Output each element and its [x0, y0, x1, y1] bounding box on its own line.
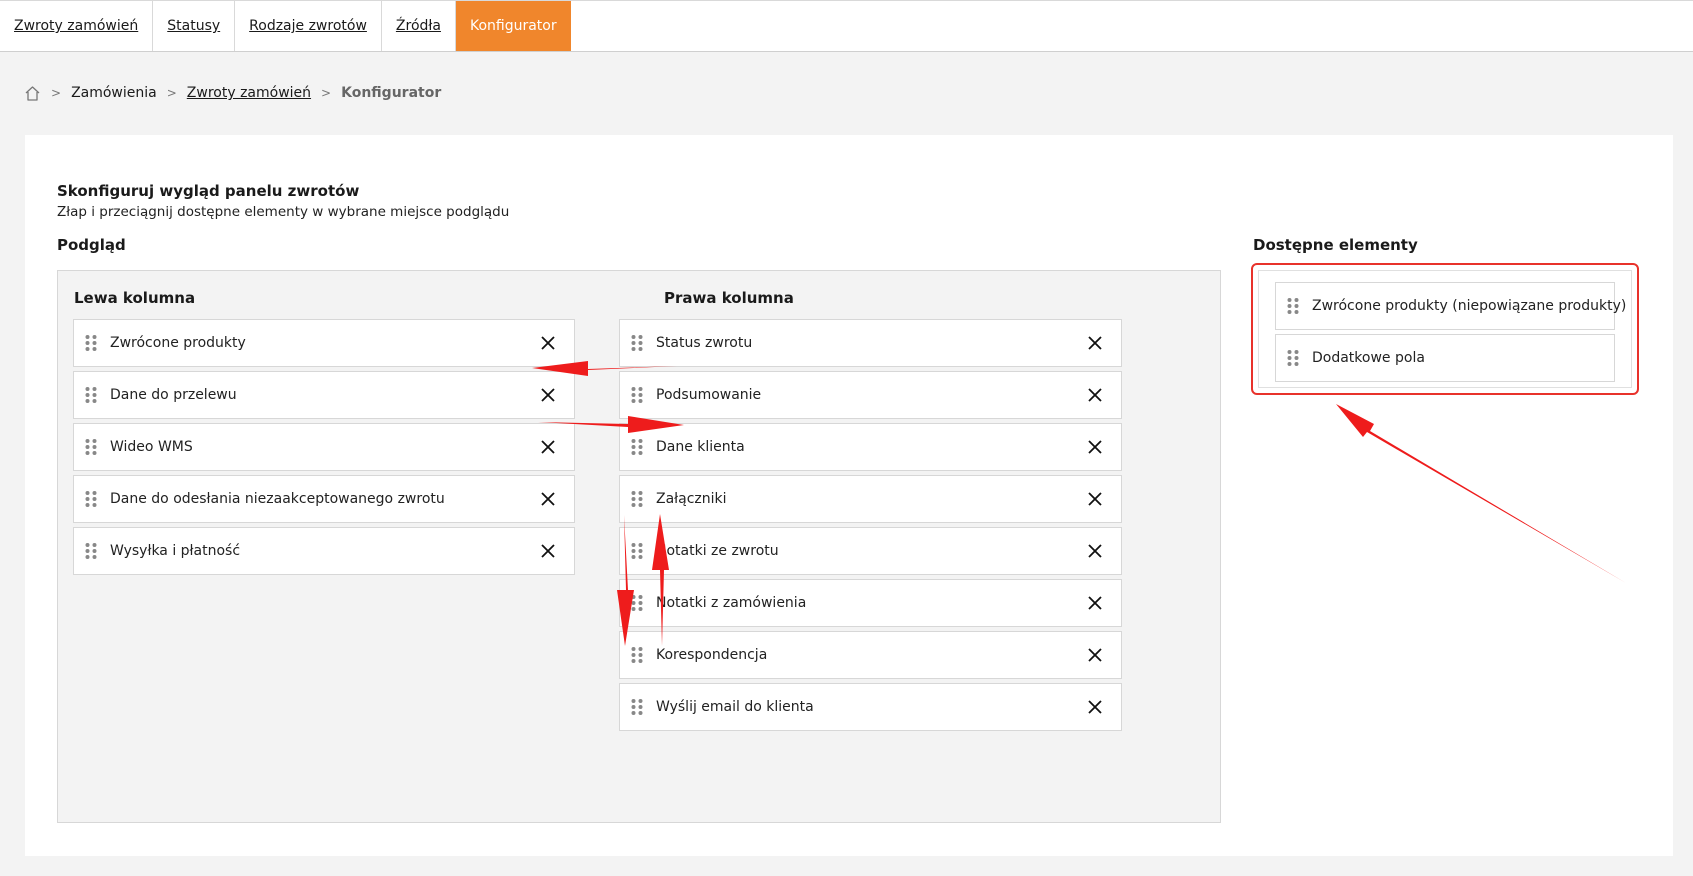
layout-item[interactable]: Status zwrotu: [619, 319, 1122, 367]
drag-handle-icon[interactable]: [630, 542, 644, 560]
drag-handle-icon[interactable]: [630, 698, 644, 716]
drag-handle-icon[interactable]: [84, 386, 98, 404]
remove-icon[interactable]: [1085, 593, 1105, 613]
layout-item[interactable]: Podsumowanie: [619, 371, 1122, 419]
drag-handle-icon[interactable]: [84, 490, 98, 508]
available-item[interactable]: Zwrócone produkty (niepowiązane produkty…: [1275, 282, 1626, 330]
preview-area: Lewa kolumna Prawa kolumna Zwrócone prod…: [57, 270, 1221, 823]
breadcrumb-current: Konfigurator: [341, 85, 442, 101]
item-label: Dodatkowe pola: [1312, 350, 1425, 366]
drag-handle-icon[interactable]: [84, 542, 98, 560]
drag-handle-icon[interactable]: [630, 386, 644, 404]
tab-zwroty-zamowien[interactable]: Zwroty zamówień: [0, 1, 154, 51]
layout-item[interactable]: Załączniki: [619, 475, 1122, 523]
drag-handle-icon[interactable]: [84, 438, 98, 456]
item-label: Korespondencja: [656, 647, 768, 663]
drag-handle-icon[interactable]: [1286, 297, 1300, 315]
remove-icon[interactable]: [538, 541, 558, 561]
item-label: Zwrócone produkty (niepowiązane produkty…: [1312, 298, 1627, 314]
page-title: Skonfiguruj wygląd panelu zwrotów: [57, 182, 360, 200]
item-label: Status zwrotu: [656, 335, 753, 351]
breadcrumb-zwroty-zamowien[interactable]: Zwroty zamówień: [187, 85, 311, 101]
layout-item[interactable]: Notatki ze zwrotu: [619, 527, 1122, 575]
available-elements-highlight: Zwrócone produkty (niepowiązane produkty…: [1251, 263, 1639, 395]
item-label: Wyślij email do klienta: [656, 699, 814, 715]
item-label: Dane do przelewu: [110, 387, 237, 403]
left-column-title: Lewa kolumna: [74, 289, 196, 307]
tab-rodzaje-zwrotow[interactable]: Rodzaje zwrotów: [235, 1, 382, 51]
right-column-title: Prawa kolumna: [664, 289, 794, 307]
layout-item[interactable]: Notatki z zamówienia: [619, 579, 1122, 627]
breadcrumb-separator: >: [321, 86, 332, 100]
drag-handle-icon[interactable]: [630, 594, 644, 612]
item-label: Wysyłka i płatność: [110, 543, 241, 559]
breadcrumb-separator: >: [51, 86, 62, 100]
layout-item[interactable]: Dane do odesłania niezaakceptowanego zwr…: [73, 475, 575, 523]
item-label: Notatki z zamówienia: [656, 595, 807, 611]
layout-item[interactable]: Korespondencja: [619, 631, 1122, 679]
drag-handle-icon[interactable]: [1286, 349, 1300, 367]
top-tabs: Zwroty zamówień Statusy Rodzaje zwrotów …: [0, 0, 1693, 52]
tab-zrodla[interactable]: Źródła: [382, 1, 456, 51]
drag-handle-icon[interactable]: [630, 490, 644, 508]
tab-statusy[interactable]: Statusy: [153, 1, 236, 51]
item-label: Dane klienta: [656, 439, 745, 455]
breadcrumb-separator: >: [166, 86, 177, 100]
remove-icon[interactable]: [1085, 489, 1105, 509]
breadcrumb: > Zamówienia > Zwroty zamówień > Konfigu…: [24, 82, 441, 104]
preview-label: Podgląd: [57, 236, 126, 254]
available-elements-label: Dostępne elementy: [1253, 236, 1418, 254]
drag-handle-icon[interactable]: [84, 334, 98, 352]
remove-icon[interactable]: [538, 333, 558, 353]
remove-icon[interactable]: [1085, 697, 1105, 717]
remove-icon[interactable]: [538, 489, 558, 509]
home-icon[interactable]: [24, 85, 41, 102]
layout-item[interactable]: Dane do przelewu: [73, 371, 575, 419]
drag-handle-icon[interactable]: [630, 646, 644, 664]
item-label: Zwrócone produkty: [110, 335, 246, 351]
available-elements-list: Zwrócone produkty (niepowiązane produkty…: [1258, 270, 1632, 388]
drag-handle-icon[interactable]: [630, 438, 644, 456]
item-label: Załączniki: [656, 491, 727, 507]
remove-icon[interactable]: [538, 385, 558, 405]
layout-item[interactable]: Dane klienta: [619, 423, 1122, 471]
tab-konfigurator[interactable]: Konfigurator: [455, 1, 571, 51]
item-label: Notatki ze zwrotu: [656, 543, 779, 559]
layout-item[interactable]: Wysyłka i płatność: [73, 527, 575, 575]
remove-icon[interactable]: [1085, 541, 1105, 561]
item-label: Wideo WMS: [110, 439, 193, 455]
layout-item[interactable]: Wideo WMS: [73, 423, 575, 471]
item-label: Dane do odesłania niezaakceptowanego zwr…: [110, 491, 445, 507]
available-item[interactable]: Dodatkowe pola: [1275, 334, 1615, 382]
breadcrumb-zamowienia[interactable]: Zamówienia: [71, 85, 157, 101]
remove-icon[interactable]: [1085, 385, 1105, 405]
page-subtitle: Złap i przeciągnij dostępne elementy w w…: [57, 204, 510, 220]
remove-icon[interactable]: [1085, 333, 1105, 353]
layout-item[interactable]: Wyślij email do klienta: [619, 683, 1122, 731]
item-label: Podsumowanie: [656, 387, 762, 403]
remove-icon[interactable]: [538, 437, 558, 457]
remove-icon[interactable]: [1085, 645, 1105, 665]
configurator-card: Skonfiguruj wygląd panelu zwrotów Złap i…: [25, 135, 1673, 856]
layout-item[interactable]: Zwrócone produkty: [73, 319, 575, 367]
remove-icon[interactable]: [1085, 437, 1105, 457]
drag-handle-icon[interactable]: [630, 334, 644, 352]
